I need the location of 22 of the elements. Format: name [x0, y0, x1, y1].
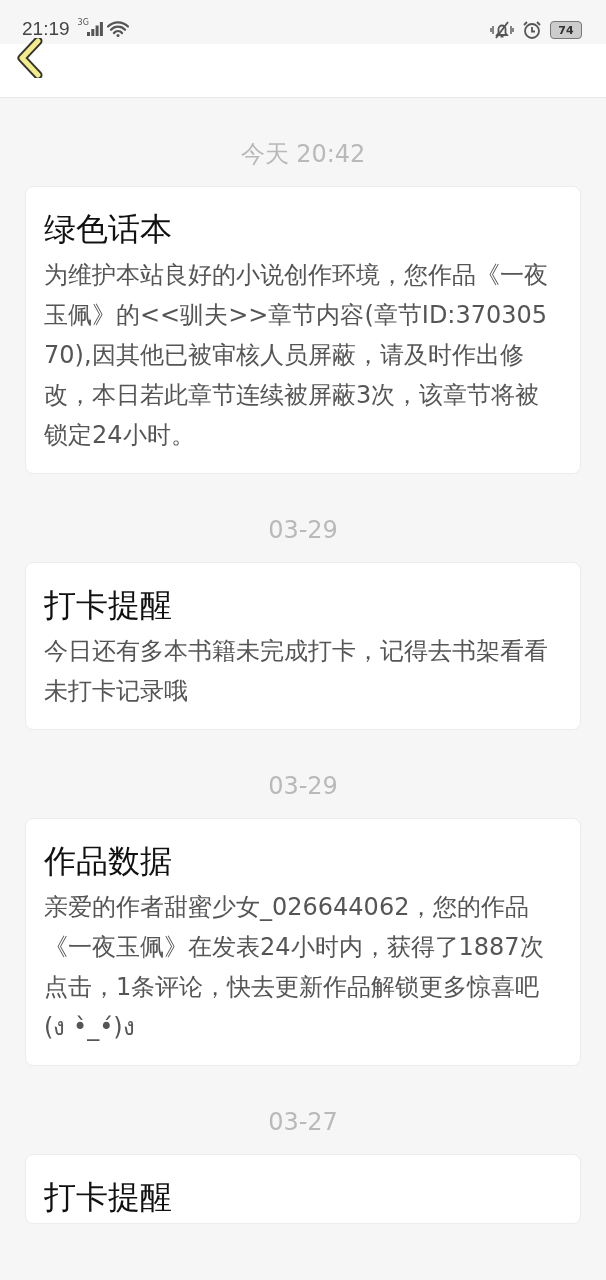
- message-body: 今日还有多本书籍未完成打卡，记得去书架看看未打卡记录哦: [44, 636, 549, 707]
- message-title: 作品数据: [44, 841, 173, 882]
- message-date: 今天 20:42: [239, 139, 367, 170]
- message-body: 为维护本站良好的小说创作环境，您作品《一夜玉佩》的<<驯夫>>章节内容(章节ID:37030570),因其他已被审核人员屏蔽，请及时作出修改，本日若此章节连续被屏蔽3次，该章节将被锁定24小时。: [44, 260, 549, 451]
- message-title: 打卡提醒: [44, 585, 173, 626]
- message-card[interactable]: 打卡提醒: [25, 1154, 581, 1224]
- message-date: 03-29: [267, 771, 339, 802]
- clock-time: 21:19: [22, 18, 70, 40]
- battery-level: 74: [558, 23, 574, 37]
- message-card[interactable]: 绿色话本 为维护本站良好的小说创作环境，您作品《一夜玉佩》的<<驯夫>>章节内容(章节ID:37030570),因其他已被审核人员屏蔽，请及时作出修改，本日若此章节连续被屏蔽3次，该章节将被锁定24小时。: [25, 186, 581, 474]
- message-body: 亲爱的作者甜蜜少女_026644062，您的作品《一夜玉佩》在发表24小时内，获得了1887次点击，1条评论，快去更新作品解锁更多惊喜吧(ง •̀_•́)ง: [44, 892, 545, 1043]
- message-card[interactable]: 打卡提醒 今日还有多本书籍未完成打卡，记得去书架看看未打卡记录哦: [25, 562, 581, 730]
- wifi-icon: [106, 21, 129, 37]
- message-card[interactable]: 作品数据 亲爱的作者甜蜜少女_026644062，您的作品《一夜玉佩》在发表24小时内，获得了1887次点击，1条评论，快去更新作品解锁更多惊喜吧(ง •̀_•́)ง: [25, 818, 581, 1066]
- message-date: 03-29: [267, 515, 339, 546]
- muted-bell-icon: [490, 21, 514, 39]
- message-title: 绿色话本: [44, 209, 173, 250]
- network-label: 3G: [77, 18, 89, 27]
- message-title: 打卡提醒: [44, 1177, 173, 1218]
- message-date: 03-27: [267, 1107, 339, 1138]
- alarm-icon: [522, 20, 542, 40]
- back-button[interactable]: [16, 38, 44, 78]
